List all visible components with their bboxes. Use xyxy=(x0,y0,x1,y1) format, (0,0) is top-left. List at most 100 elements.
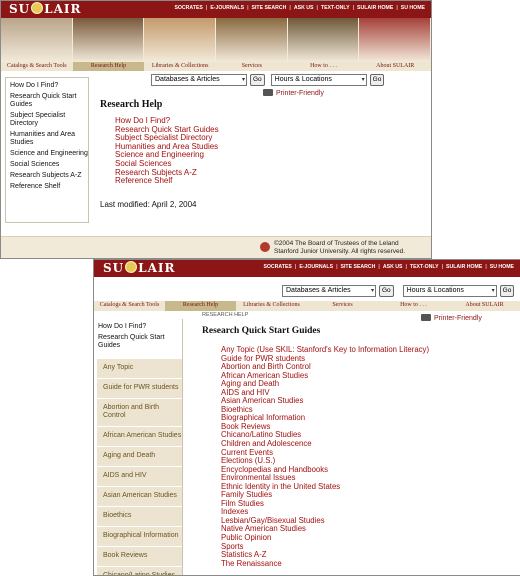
sulair-logo[interactable]: SU LAIR xyxy=(9,2,81,16)
sidebar-subitem-asian-american-studies[interactable]: Asian American Studies xyxy=(97,486,182,506)
printer-icon xyxy=(263,89,273,96)
sulair-logo[interactable]: SU LAIR xyxy=(103,261,175,275)
toplink-e-journals[interactable]: E-JOURNALS xyxy=(210,5,244,11)
toplink-sulair-home[interactable]: SULAIR HOME xyxy=(357,5,393,11)
main-nav: Catalogs & Search Tools Research Help Libr… xyxy=(1,62,431,71)
chevron-down-icon: ▾ xyxy=(370,288,374,294)
quick-start-window: SU LAIR SOCRATES | E-JOURNALS | SITE SEARCH | A… xyxy=(93,259,520,576)
hours-select[interactable]: Hours & Locations ▾ xyxy=(402,285,497,297)
toplink-socrates[interactable]: SOCRATES xyxy=(174,5,202,11)
sidebar-subitem-abortion-and-birth-control[interactable]: Abortion and Birth Control xyxy=(97,398,182,426)
banner-photo xyxy=(144,18,217,62)
top-links: SOCRATES | E-JOURNALS | SITE SEARCH | ASK US | T… xyxy=(263,264,514,270)
toplink-site-search[interactable]: SITE SEARCH xyxy=(341,264,376,270)
link-separator: | xyxy=(485,264,487,270)
link-reference-shelf[interactable]: Reference Shelf xyxy=(115,177,219,186)
main-nav: Catalogs & Search Tools Research Help Libr… xyxy=(94,301,520,311)
hours-go-button[interactable]: Go xyxy=(499,285,515,297)
sidebar-item-subject-specialist-directory[interactable]: Subject Specialist Directory xyxy=(6,112,88,128)
sidebar-subitem-any-topic[interactable]: Any Topic xyxy=(97,358,182,378)
nav-research-help[interactable]: Research Help xyxy=(72,62,145,71)
chevron-down-icon: ▾ xyxy=(491,288,495,294)
sidebar-item-research-quick-start-guides[interactable]: Research Quick Start Guides xyxy=(94,334,182,350)
top-links: SOCRATES | E-JOURNALS | SITE SEARCH | ASK US | T… xyxy=(174,5,425,11)
nav-libraries-collections[interactable]: Libraries & Collections xyxy=(144,62,216,71)
top-bar: SU LAIR SOCRATES | E-JOURNALS | SITE SEARCH | A… xyxy=(94,260,520,277)
sidebar: How Do I Find? Research Quick Start Guide… xyxy=(94,319,183,575)
nav-research-help[interactable]: Research Help xyxy=(165,301,236,311)
copyright: ©2004 The Board of Trustees of the Lelan… xyxy=(274,240,406,255)
banner-photo xyxy=(359,18,431,62)
nav-services[interactable]: Services xyxy=(216,62,288,71)
page-title: Research Help xyxy=(100,99,163,110)
toplink-e-journals[interactable]: E-JOURNALS xyxy=(299,264,333,270)
printer-friendly-link[interactable]: Printer-Friendly xyxy=(263,89,324,97)
link-separator: | xyxy=(405,264,407,270)
chevron-down-icon: ▾ xyxy=(361,77,365,83)
toplink-text-only[interactable]: TEXT-ONLY xyxy=(410,264,439,270)
sidebar-item-research-quick-start-guides[interactable]: Research Quick Start Guides xyxy=(6,93,88,109)
sidebar-subitem-biographical-information[interactable]: Biographical Information xyxy=(97,526,182,546)
sidebar-subitem-book-reviews[interactable]: Book Reviews xyxy=(97,546,182,566)
sidebar-item-research-subjects-a-z[interactable]: Research Subjects A-Z xyxy=(6,172,88,180)
nav-how-to[interactable]: How to . . . xyxy=(378,301,449,311)
sidebar-item-reference-shelf[interactable]: Reference Shelf xyxy=(6,183,88,191)
printer-icon xyxy=(421,314,431,321)
top-bar: SU LAIR SOCRATES | E-JOURNALS | SITE SEARCH | A… xyxy=(1,1,431,18)
sidebar-item-how-do-i-find[interactable]: How Do I Find? xyxy=(6,82,88,90)
sidebar-item-humanities-and-area-studies[interactable]: Humanities and Area Studies xyxy=(6,131,88,147)
link-separator: | xyxy=(247,5,249,11)
nav-catalogs-search-tools[interactable]: Catalogs & Search Tools xyxy=(1,62,73,71)
sidebar-item-social-sciences[interactable]: Social Sciences xyxy=(6,161,88,169)
sidebar-subitem-aids-and-hiv[interactable]: AIDS and HIV xyxy=(97,466,182,486)
databases-go-button[interactable]: Go xyxy=(250,74,265,86)
quick-selects: Databases & Articles ▾ Go Hours & Locatio… xyxy=(151,74,385,86)
link-separator: | xyxy=(352,5,355,11)
banner-photos xyxy=(1,18,431,62)
toplink-socrates[interactable]: SOCRATES xyxy=(263,264,291,270)
toplink-text-only[interactable]: TEXT-ONLY xyxy=(321,5,350,11)
nav-libraries-collections[interactable]: Libraries & Collections xyxy=(236,301,307,311)
databases-select[interactable]: Databases & Articles ▾ xyxy=(282,285,376,297)
toplink-site-search[interactable]: SITE SEARCH xyxy=(252,5,287,11)
link-the-renaissance[interactable]: The Renaissance xyxy=(221,559,429,569)
breadcrumb: RESEARCH HELP xyxy=(202,312,249,318)
link-list: How Do I Find? Research Quick Start Guide… xyxy=(115,116,219,186)
link-public-opinion[interactable]: Public Opinion xyxy=(221,533,429,543)
sidebar-subnav: Any Topic Guide for PWR students Abortion … xyxy=(97,358,182,575)
sidebar-subitem-aging-and-death[interactable]: Aging and Death xyxy=(97,446,182,466)
seal-icon xyxy=(31,2,44,14)
nav-how-to[interactable]: How to . . . xyxy=(288,62,360,71)
link-separator: | xyxy=(289,5,291,11)
last-modified: Last modified: April 2, 2004 xyxy=(100,200,197,209)
quick-selects: Databases & Articles ▾ Go Hours & Locatio… xyxy=(282,285,515,297)
link-separator: | xyxy=(441,264,444,270)
sidebar-subitem-african-american-studies[interactable]: African American Studies xyxy=(97,426,182,446)
toplink-ask-us[interactable]: ASK US xyxy=(294,5,314,11)
link-film-studies[interactable]: Film Studies xyxy=(221,499,429,509)
toplink-ask-us[interactable]: ASK US xyxy=(383,264,403,270)
toplink-sulair-home[interactable]: SULAIR HOME xyxy=(446,264,482,270)
nav-about-sulair[interactable]: About SULAIR xyxy=(449,301,520,311)
sidebar-item-science-and-engineering[interactable]: Science and Engineering xyxy=(6,150,88,158)
databases-go-button[interactable]: Go xyxy=(379,285,394,297)
toplink-su-home[interactable]: SU HOME xyxy=(401,5,425,11)
nav-catalogs-search-tools[interactable]: Catalogs & Search Tools xyxy=(94,301,165,311)
sidebar: How Do I Find? Research Quick Start Guide… xyxy=(5,77,89,223)
link-separator: | xyxy=(378,264,380,270)
link-separator: | xyxy=(396,5,398,11)
printer-friendly-link[interactable]: Printer-Friendly xyxy=(421,314,482,322)
nav-services[interactable]: Services xyxy=(307,301,378,311)
sidebar-subitem-guide-for-pwr-students[interactable]: Guide for PWR students xyxy=(97,378,182,398)
banner-photo xyxy=(216,18,288,62)
nav-about-sulair[interactable]: About SULAIR xyxy=(359,62,431,71)
toplink-su-home[interactable]: SU HOME xyxy=(490,264,514,270)
chevron-down-icon: ▾ xyxy=(241,77,245,83)
hours-select[interactable]: Hours & Locations ▾ xyxy=(270,74,367,86)
sidebar-subitem-bioethics[interactable]: Bioethics xyxy=(97,506,182,526)
hours-go-button[interactable]: Go xyxy=(369,74,385,86)
sidebar-item-how-do-i-find[interactable]: How Do I Find? xyxy=(94,323,182,331)
research-help-window: SU LAIR SOCRATES | E-JOURNALS | SITE SEARCH | A… xyxy=(0,0,432,259)
footer: ©2004 The Board of Trustees of the Lelan… xyxy=(1,236,431,258)
databases-select[interactable]: Databases & Articles ▾ xyxy=(151,74,247,86)
